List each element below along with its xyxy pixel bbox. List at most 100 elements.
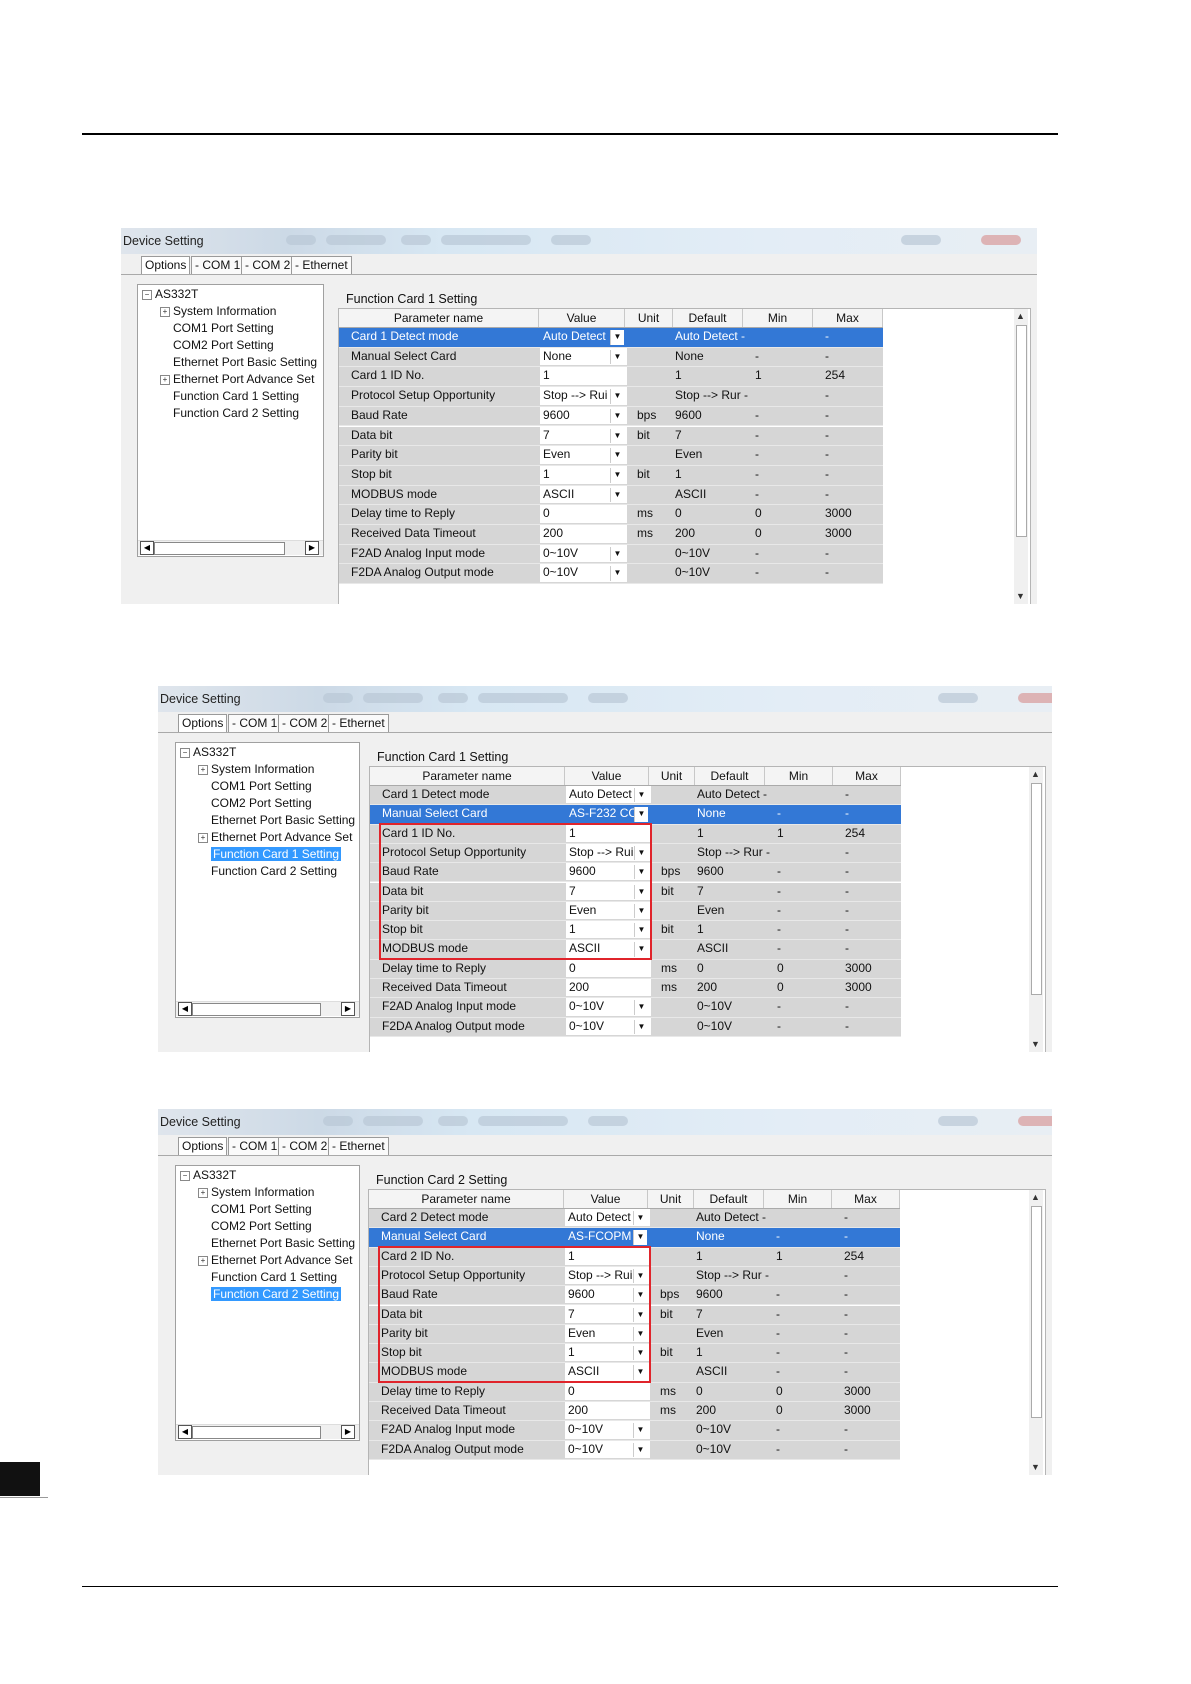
tree-item[interactable]: Function Card 1 Setting [211,1270,337,1285]
param-value[interactable]: 1 [540,367,627,386]
dropdown-arrow-icon[interactable]: ▼ [610,330,624,345]
tree-item[interactable]: + System Information [198,762,314,777]
dropdown-arrow-icon[interactable]: ▼ [610,349,624,365]
table-row[interactable]: F2AD Analog Input mode 0~10V 0~10V - - ▼ [370,998,901,1018]
collapse-icon[interactable]: − [180,1171,190,1181]
tab-options[interactable]: Options [141,256,191,274]
tree-horizontal-scrollbar[interactable]: ◀ ▶ [138,540,323,555]
tree-item[interactable]: COM1 Port Setting [173,321,274,336]
tree-item[interactable]: COM1 Port Setting [211,1202,312,1217]
table-row[interactable]: Data bit 7 bit 7- - ▼ [339,426,883,447]
param-value[interactable]: 0 [566,959,651,977]
scrollbar-thumb[interactable] [192,1426,321,1439]
table-row[interactable]: Parity bit Even Even - - ▼ [339,446,883,466]
table-row[interactable]: Received Data Timeout 200 ms 200 0 3000 [339,525,883,545]
tab-com1[interactable]: - COM 1 [191,256,245,274]
table-row[interactable]: F2DA Analog Output mode 0~10V 0~10V - - ▼ [369,1440,900,1460]
column-header[interactable]: Max [832,1190,900,1208]
column-header[interactable]: Default [695,767,765,785]
dropdown-arrow-icon[interactable]: ▼ [610,546,624,562]
scroll-right-icon[interactable]: ▶ [341,1002,355,1016]
grid-vertical-scrollbar[interactable]: ▲ ▼ [1029,1190,1043,1475]
scroll-left-icon[interactable]: ◀ [178,1425,192,1439]
tree-item[interactable]: COM2 Port Setting [211,796,312,811]
column-header[interactable]: Min [765,767,833,785]
column-header[interactable]: Value [564,1190,648,1208]
scroll-up-icon[interactable]: ▲ [1016,311,1025,321]
table-row[interactable]: F2DA Analog Output mode 0~10V 0~10V - - ▼ [370,1017,901,1037]
expand-icon[interactable]: + [198,1188,208,1198]
column-header[interactable]: Default [673,309,743,327]
collapse-icon[interactable]: − [142,290,152,300]
tab-com1[interactable]: - COM 1 [228,1137,282,1155]
tab-com2[interactable]: - COM 2 [278,714,332,732]
dropdown-arrow-icon[interactable]: ▼ [610,428,624,444]
column-header[interactable]: Value [539,309,625,327]
scrollbar-thumb[interactable] [192,1003,321,1016]
tree-item[interactable]: − AS332T [180,745,236,760]
window-titlebar[interactable]: Device Setting [158,1109,1052,1135]
tab-ethernet[interactable]: - Ethernet [328,714,389,732]
tree-item[interactable]: COM1 Port Setting [211,779,312,794]
dropdown-arrow-icon[interactable]: ▼ [610,389,624,404]
column-header[interactable]: Min [764,1190,832,1208]
param-value[interactable]: 200 [566,979,651,997]
scroll-left-icon[interactable]: ◀ [140,541,154,555]
table-row[interactable]: Protocol Setup Opportunity Stop --> Rui St… [339,387,883,407]
dropdown-arrow-icon[interactable]: ▼ [610,467,624,483]
table-row[interactable]: Card 2 Detect mode Auto Detect Auto Detect… [369,1209,900,1229]
table-row[interactable]: MODBUS mode ASCII ASCII - - ▼ [339,485,883,506]
tree-item[interactable]: − AS332T [142,287,198,302]
expand-icon[interactable]: + [198,833,208,843]
dropdown-arrow-icon[interactable]: ▼ [633,1423,647,1438]
scroll-up-icon[interactable]: ▲ [1031,769,1040,779]
scroll-right-icon[interactable]: ▶ [341,1425,355,1439]
grid-vertical-scrollbar[interactable]: ▲ ▼ [1014,309,1028,604]
table-row[interactable]: F2DA Analog Output mode 0~10V 0~10V - - ▼ [339,564,883,585]
scroll-down-icon[interactable]: ▼ [1031,1039,1040,1049]
scrollbar-thumb[interactable] [1031,1206,1042,1418]
column-header[interactable]: Unit [648,1190,694,1208]
dropdown-arrow-icon[interactable]: ▼ [610,566,624,582]
tree-item[interactable]: COM2 Port Setting [211,1219,312,1234]
column-header[interactable]: Max [813,309,883,327]
scrollbar-thumb[interactable] [1031,783,1042,995]
tree-item[interactable]: Function Card 2 Setting [173,406,299,421]
grid-vertical-scrollbar[interactable]: ▲ ▼ [1029,767,1043,1052]
table-row[interactable]: Received Data Timeout 200 ms 200 0 3000 [370,979,901,999]
dropdown-arrow-icon[interactable]: ▼ [633,1230,647,1245]
tree-item[interactable]: Ethernet Port Basic Setting [211,813,355,828]
table-row[interactable]: Manual Select Card None None - - ▼ [339,347,883,368]
table-row[interactable]: Delay time to Reply 0 ms 0 0 3000 [369,1382,900,1402]
tree-item[interactable]: + System Information [198,1185,314,1200]
table-row[interactable]: Card 1 ID No. 1 1 1 254 [339,367,883,388]
collapse-icon[interactable]: − [180,748,190,758]
param-value[interactable]: 0 [540,505,627,523]
tree-item[interactable]: Function Card 2 Setting [211,1287,342,1302]
table-row[interactable]: Baud Rate 9600 bps 9600- - ▼ [339,406,883,427]
tab-com1[interactable]: - COM 1 [228,714,282,732]
expand-icon[interactable]: + [160,307,170,317]
tree-item[interactable]: Function Card 1 Setting [173,389,299,404]
column-header[interactable]: Parameter name [370,767,565,785]
tab-options[interactable]: Options [178,1137,228,1155]
dropdown-arrow-icon[interactable]: ▼ [610,487,624,503]
tree-item[interactable]: COM2 Port Setting [173,338,274,353]
tree-item[interactable]: + Ethernet Port Advance Set [198,830,352,845]
tree-item[interactable]: Function Card 1 Setting [211,847,342,862]
table-row[interactable]: Stop bit 1 bit 1- - ▼ [339,465,883,486]
expand-icon[interactable]: + [160,375,170,385]
tab-com2[interactable]: - COM 2 [278,1137,332,1155]
tab-ethernet[interactable]: - Ethernet [291,256,352,274]
tab-ethernet[interactable]: - Ethernet [328,1137,389,1155]
tree-item[interactable]: Ethernet Port Basic Setting [211,1236,355,1251]
scroll-down-icon[interactable]: ▼ [1016,591,1025,601]
scroll-down-icon[interactable]: ▼ [1031,1462,1040,1472]
tab-com2[interactable]: - COM 2 [241,256,295,274]
column-header[interactable]: Parameter name [339,309,539,327]
tab-options[interactable]: Options [178,714,228,732]
param-value[interactable]: 200 [540,525,627,543]
expand-icon[interactable]: + [198,765,208,775]
tree-horizontal-scrollbar[interactable]: ◀ ▶ [176,1001,359,1016]
table-row[interactable]: Received Data Timeout 200 ms 200 0 3000 [369,1402,900,1422]
